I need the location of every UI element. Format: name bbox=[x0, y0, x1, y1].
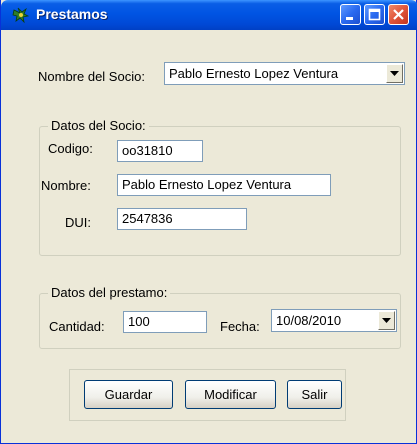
nombre-label: Nombre: bbox=[41, 178, 91, 193]
socio-select-label: Nombre del Socio: bbox=[38, 69, 145, 84]
salir-button[interactable]: Salir bbox=[287, 380, 342, 409]
fecha-date-picker[interactable]: 10/08/2010 bbox=[271, 309, 397, 332]
codigo-field[interactable]: oo31810 bbox=[117, 140, 203, 162]
socio-select-value: Pablo Ernesto Lopez Ventura bbox=[169, 66, 339, 81]
app-icon bbox=[12, 6, 30, 24]
maximize-button[interactable] bbox=[364, 4, 385, 25]
minimize-button[interactable] bbox=[340, 4, 361, 25]
dui-field[interactable]: 2547836 bbox=[117, 208, 247, 230]
chevron-down-icon bbox=[390, 71, 399, 76]
close-icon bbox=[393, 9, 404, 20]
fecha-dropdown-button[interactable] bbox=[378, 311, 395, 330]
modificar-button[interactable]: Modificar bbox=[185, 380, 276, 409]
fecha-value: 10/08/2010 bbox=[276, 313, 342, 328]
codigo-label: Codigo: bbox=[48, 141, 93, 156]
chevron-down-icon bbox=[382, 318, 391, 323]
socio-select[interactable]: Pablo Ernesto Lopez Ventura bbox=[164, 62, 405, 85]
maximize-icon bbox=[368, 8, 381, 21]
cantidad-label: Cantidad: bbox=[49, 319, 105, 334]
datos-prestamo-legend: Datos del prestamo: bbox=[48, 285, 171, 300]
close-button[interactable] bbox=[388, 4, 409, 25]
cantidad-field[interactable]: 100 bbox=[123, 311, 207, 333]
prestamos-window: Prestamos Nombre del Socio: Pablo Ernest… bbox=[0, 0, 417, 444]
title-bar[interactable]: Prestamos bbox=[1, 0, 417, 30]
nombre-field[interactable]: Pablo Ernesto Lopez Ventura bbox=[117, 174, 331, 196]
socio-select-dropdown-button[interactable] bbox=[386, 64, 403, 83]
window-title: Prestamos bbox=[36, 6, 108, 22]
minimize-icon bbox=[346, 17, 353, 20]
fecha-label: Fecha: bbox=[220, 319, 260, 334]
datos-socio-legend: Datos del Socio: bbox=[48, 118, 149, 133]
dui-label: DUI: bbox=[65, 215, 91, 230]
guardar-button[interactable]: Guardar bbox=[84, 380, 173, 409]
